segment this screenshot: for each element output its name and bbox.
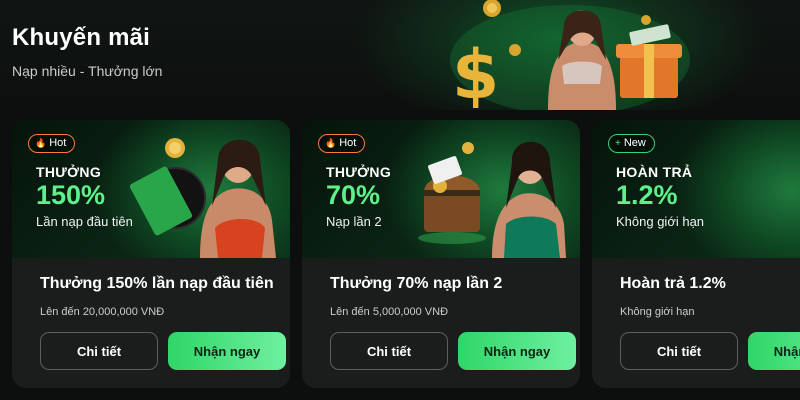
promo-note: Nạp lần 2 (326, 214, 382, 229)
badge-label: Hot (339, 137, 357, 149)
banner-illustration-athlete (700, 120, 800, 258)
new-badge: + New (608, 134, 655, 153)
claim-now-button[interactable]: Nhận ngay (168, 332, 286, 370)
details-button[interactable]: Chi tiết (40, 332, 158, 370)
claim-now-button[interactable]: Nhận ngay (458, 332, 576, 370)
hero-illustration: $ (450, 0, 690, 110)
promo-card-cashback: + New HOÀN TRẢ 1.2% Không giới hạn Hoàn … (592, 120, 800, 388)
promo-kicker: THƯỞNG (36, 164, 102, 180)
card-description: Lên đến 20,000,000 VNĐ (40, 306, 165, 318)
page-subtitle: Nạp nhiều - Thưởng lớn (12, 63, 163, 79)
fire-icon: 🔥 (325, 138, 337, 148)
plus-icon: + (615, 138, 621, 149)
promo-card-first-deposit: 🔥 Hot THƯỞNG 150% Lần nạp đầu tiên Thưởn… (12, 120, 290, 388)
promo-value: 150% (36, 180, 106, 210)
claim-now-button[interactable]: Nhận ngay (748, 332, 800, 370)
treasure-chest-icon (418, 156, 486, 244)
banner-illustration-model (129, 138, 276, 258)
page-title: Khuyến mãi (12, 24, 151, 51)
promo-value: 70% (326, 180, 381, 210)
card-banner: + New HOÀN TRẢ 1.2% Không giới hạn (592, 120, 800, 258)
fire-icon: 🔥 (35, 138, 47, 148)
promo-value: 1.2% (616, 180, 678, 210)
banner-illustration-treasure (418, 141, 566, 258)
details-button[interactable]: Chi tiết (620, 332, 738, 370)
hot-badge: 🔥 Hot (28, 134, 76, 153)
card-title: Hoàn trả 1.2% (620, 275, 726, 292)
promo-header: Khuyến mãi Nạp nhiều - Thưởng lớn $ (0, 0, 800, 110)
card-title: Thưởng 70% nạp lần 2 (330, 275, 503, 292)
badge-label: New (623, 137, 646, 149)
promo-cards-row: 🔥 Hot THƯỞNG 150% Lần nạp đầu tiên Thưởn… (0, 120, 800, 400)
promo-note: Không giới hạn (616, 214, 705, 229)
hot-badge: 🔥 Hot (318, 134, 366, 153)
card-title: Thưởng 150% lần nạp đầu tiên (40, 275, 274, 292)
card-banner: 🔥 Hot THƯỞNG 70% Nạp lần 2 (302, 120, 580, 258)
dollar-icon: $ (452, 36, 499, 110)
promo-kicker: HOÀN TRẢ (616, 164, 693, 180)
promo-note: Lần nạp đầu tiên (36, 214, 133, 229)
promo-card-second-deposit: 🔥 Hot THƯỞNG 70% Nạp lần 2 Thưởng 70% nạ… (302, 120, 580, 388)
promo-kicker: THƯỞNG (326, 164, 392, 180)
card-banner: 🔥 Hot THƯỞNG 150% Lần nạp đầu tiên (12, 120, 290, 258)
details-button[interactable]: Chi tiết (330, 332, 448, 370)
card-description: Không giới hạn (620, 306, 695, 318)
card-description: Lên đến 5,000,000 VNĐ (330, 306, 449, 318)
badge-label: Hot (49, 137, 67, 149)
